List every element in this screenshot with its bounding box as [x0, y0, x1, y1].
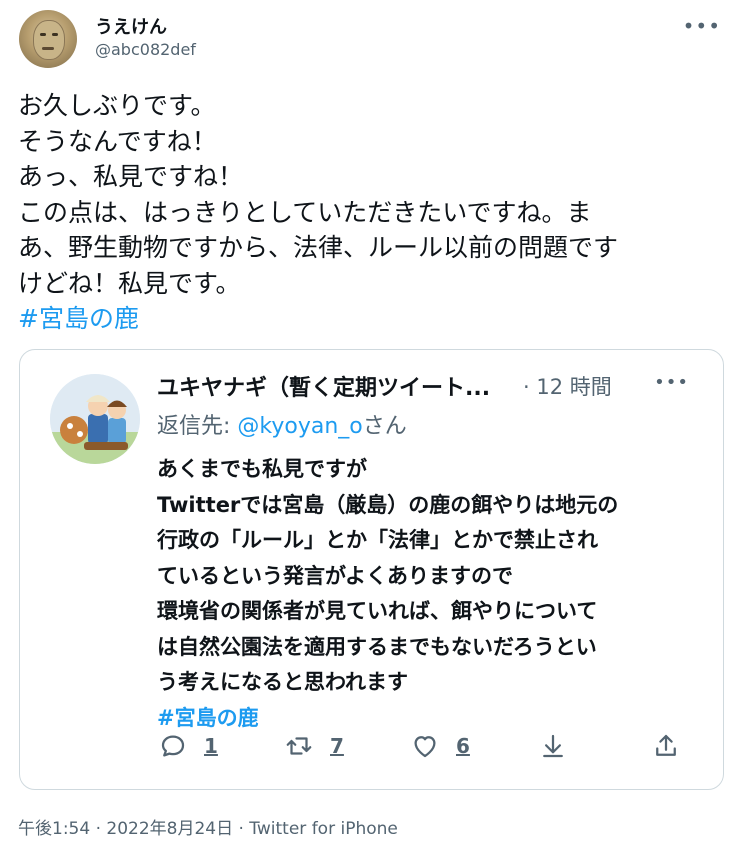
tweet-text-line: あっ、私見ですね！ [18, 162, 244, 191]
download-button[interactable] [538, 726, 568, 766]
quoted-avatar-illustration-icon [50, 374, 140, 464]
reply-mention-link[interactable]: @kyoyan_o [237, 414, 362, 439]
avatar-mouth [42, 47, 54, 50]
tweet-text-line: けどね！私見です。 [18, 268, 241, 298]
tweet-text-line: この点は、はっきりとしていただきたいですね。ま [18, 197, 592, 227]
quoted-text-line: あくまでも私見ですが [157, 457, 367, 481]
author-avatar[interactable] [19, 10, 77, 68]
like-count: 6 [456, 734, 470, 758]
quoted-author-avatar[interactable] [50, 374, 140, 464]
retweet-count: 7 [330, 734, 344, 758]
tweet-text: お久しぶりです。 そうなんですね！ あっ、私見ですね！ この点は、はっきりとして… [18, 88, 730, 337]
quoted-text-line: う考えになると思われます [157, 670, 408, 694]
share-icon [656, 734, 676, 756]
quoted-reply-context: 返信先: @kyoyan_oさん [157, 408, 407, 440]
retweet-button[interactable]: 7 [284, 726, 344, 766]
retweet-icon [286, 737, 312, 755]
author-display-name[interactable]: うえけん [95, 13, 167, 39]
quoted-author-name[interactable]: ユキヤナギ（暫く定期ツイート... [157, 370, 490, 402]
avatar-face [33, 20, 65, 60]
like-button[interactable]: 6 [410, 726, 470, 766]
tweet-text-line: そうなんですね！ [18, 126, 217, 156]
heart-icon [414, 736, 436, 758]
quoted-text-line: Twitterでは宮島（厳島）の鹿の餌やりは地元の [157, 492, 619, 517]
quoted-tweet-text: あくまでも私見ですが Twitterでは宮島（厳島）の鹿の餌やりは地元の 行政の… [157, 452, 707, 736]
share-button[interactable] [651, 726, 681, 766]
quoted-text-line: は自然公園法を適用するまでもないだろうとい [157, 634, 597, 659]
tweet-hashtag-link[interactable]: #宮島の鹿 [18, 301, 730, 337]
reply-icon [161, 735, 185, 757]
more-options-icon[interactable]: ••• [683, 14, 721, 38]
quoted-tweet-card[interactable]: ユキヤナギ（暫く定期ツイート... · 12 時間 ••• 返信先: @kyoy… [19, 349, 724, 790]
quoted-text-line: ているという発言がよくありますので [157, 563, 513, 588]
quoted-more-options-icon[interactable]: ••• [654, 372, 689, 393]
reply-count: 1 [204, 734, 218, 758]
reply-button[interactable]: 1 [158, 726, 218, 766]
tweet-text-line: お久しぶりです。 [18, 91, 216, 120]
download-arrow-icon [543, 734, 563, 758]
tweet-timestamp-source[interactable]: 午後1:54 · 2022年8月24日 · Twitter for iPhone [18, 814, 398, 839]
reply-prefix: 返信先: [157, 414, 238, 439]
avatar-eye-left [40, 33, 46, 36]
avatar-eye-right [52, 33, 58, 36]
author-handle[interactable]: @abc082def [95, 40, 196, 59]
quoted-text-line: 行政の「ルール」とか「法律」とかで禁止され [157, 528, 598, 552]
quoted-tweet-time[interactable]: · 12 時間 [523, 371, 612, 401]
tweet-text-line: あ、野生動物ですから、法律、ルール以前の問題です [18, 233, 619, 262]
reply-suffix: さん [362, 414, 407, 439]
quoted-text-line: 環境省の関係者が見ていれば、餌やりについて [157, 599, 598, 623]
quoted-action-bar: 1 7 6 [20, 726, 725, 766]
